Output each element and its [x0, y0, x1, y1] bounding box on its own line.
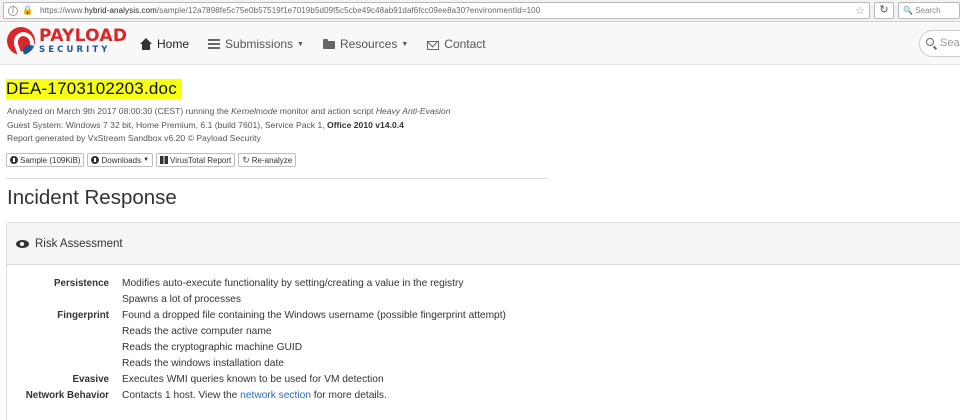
risk-row-network: Network Behavior Contacts 1 host. View t…: [25, 390, 387, 401]
caret-down-icon: ▼: [143, 157, 150, 163]
bookmark-star-icon[interactable]: ☆: [855, 4, 865, 17]
reload-icon[interactable]: ↻: [874, 2, 894, 19]
download-sample-button[interactable]: Sample (109KiB): [6, 153, 85, 167]
refresh-icon: ↻: [242, 154, 250, 165]
address-bar[interactable]: i 🔒 https://www.hybrid-analysis.com/samp…: [3, 2, 870, 19]
download-icon: [91, 156, 100, 164]
eye-icon: [16, 239, 29, 248]
reanalyze-button[interactable]: ↻ Re-analyze: [238, 153, 297, 167]
caret-down-icon: ▼: [297, 40, 304, 48]
virustotal-report-button[interactable]: VirusTotal Report: [156, 153, 236, 167]
risk-list: Persistence Modifies auto-execute functi…: [7, 265, 960, 404]
risk-row-persistence: Persistence Modifies auto-execute functi…: [53, 278, 464, 305]
nav-submissions[interactable]: Submissions ▼: [208, 37, 304, 51]
network-section-link[interactable]: network section: [240, 390, 311, 401]
sample-meta: Analyzed on March 9th 2017 08:00:30 (CES…: [7, 105, 450, 146]
analysis-info: Analyzed on March 9th 2017 08:00:30 (CES…: [7, 106, 451, 116]
site-navbar: PAYLOAD SECURITY Home Submissions ▼ Reso…: [0, 23, 960, 65]
report-icon: [160, 156, 169, 164]
risk-assessment-panel: Risk Assessment Persistence Modifies aut…: [6, 222, 960, 420]
logo-sub: SECURITY: [39, 44, 111, 55]
logo-icon: [7, 27, 35, 55]
site-search-input[interactable]: Sear: [919, 30, 960, 57]
payload-security-logo[interactable]: PAYLOAD SECURITY: [7, 27, 127, 55]
report-generated-info: Report generated by VxStream Sandbox v6.…: [7, 133, 261, 143]
caret-down-icon: ▼: [401, 40, 409, 48]
list-icon: [208, 39, 221, 49]
risk-row-evasive: Evasive Executes WMI queries known to be…: [72, 374, 384, 385]
logo-word: PAYLOAD: [39, 25, 128, 46]
sample-filename: DEA-1703102203.doc: [6, 79, 182, 99]
risk-row-fingerprint: Fingerprint Found a dropped file contain…: [57, 310, 506, 369]
browser-search-input[interactable]: 🔍 Search: [898, 2, 960, 19]
download-icon: [10, 156, 18, 164]
main-nav: Home Submissions ▼ Resources ▼ Contact: [140, 23, 505, 65]
panel-header[interactable]: Risk Assessment: [7, 223, 960, 265]
home-icon: [140, 38, 152, 50]
nav-resources[interactable]: Resources ▼: [322, 37, 409, 51]
guest-system-info: Guest System: Windows 7 32 bit, Home Pre…: [7, 119, 404, 130]
nav-home[interactable]: Home: [140, 37, 189, 51]
nav-contact[interactable]: Contact: [427, 37, 486, 51]
sample-actions: Sample (109KiB) Downloads ▼ VirusTotal Re…: [6, 153, 299, 167]
browser-toolbar: i 🔒 https://www.hybrid-analysis.com/samp…: [0, 0, 960, 22]
envelope-icon: [427, 40, 440, 50]
section-title: Incident Response: [7, 186, 177, 209]
lock-icon[interactable]: 🔒: [22, 5, 34, 17]
folder-icon: [322, 38, 335, 50]
url-text[interactable]: https://www.hybrid-analysis.com/sample/1…: [40, 6, 540, 15]
downloads-dropdown-button[interactable]: Downloads ▼: [87, 153, 154, 167]
info-icon[interactable]: i: [8, 5, 18, 16]
search-icon: [926, 38, 934, 46]
divider: [6, 178, 548, 179]
